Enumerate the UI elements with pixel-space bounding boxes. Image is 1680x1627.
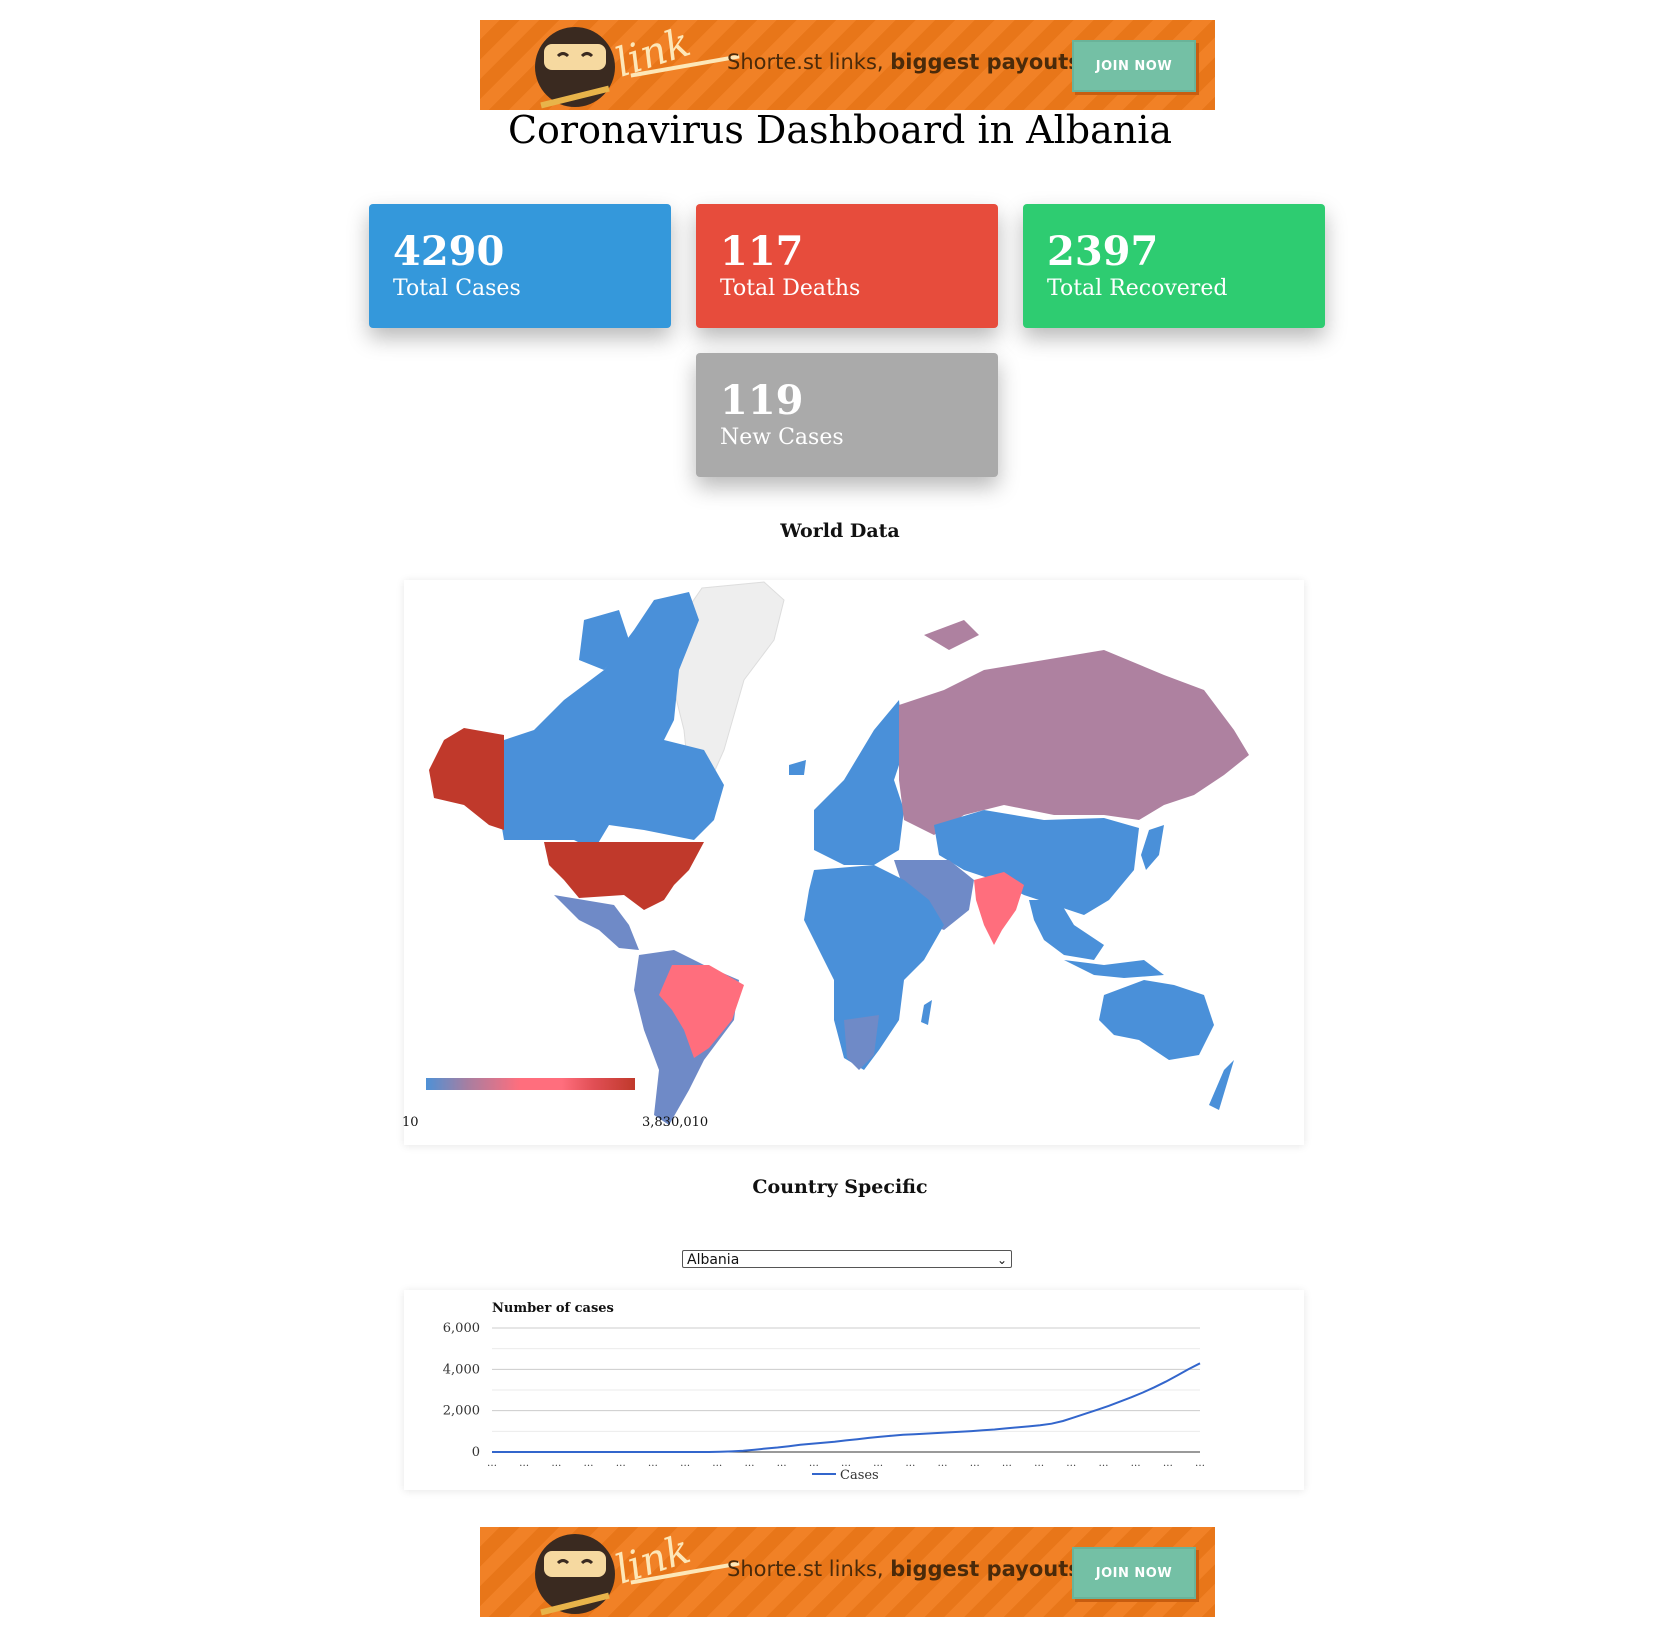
map-country-new-zealand[interactable] <box>1209 1060 1234 1110</box>
x-tick-label: … <box>938 1458 948 1469</box>
country-select[interactable]: Albania ⌄ <box>682 1250 1012 1268</box>
chart-y-ticks: 0 2,000 4,000 6,000 <box>443 1321 480 1460</box>
map-region-europe[interactable] <box>814 700 904 865</box>
chart-gridlines <box>492 1327 1200 1453</box>
chart-series <box>492 1362 1201 1453</box>
x-tick-label: … <box>1163 1458 1173 1469</box>
cases-chart-panel: Number of cases 0 2,000 4,000 6,000 … … … … … … …… <box>404 1290 1304 1490</box>
x-tick-label: … <box>680 1458 690 1469</box>
x-tick-label: … <box>744 1458 754 1469</box>
x-tick-label: … <box>1098 1458 1108 1469</box>
x-tick-label: … <box>809 1458 819 1469</box>
x-tick-label: … <box>1066 1458 1076 1469</box>
join-now-button[interactable]: JOIN NOW <box>1072 40 1196 92</box>
map-legend-gradient <box>426 1078 635 1090</box>
stat-card-total-recovered: 2397 Total Recovered <box>1023 204 1325 328</box>
map-country-japan[interactable] <box>1141 825 1164 870</box>
x-tick-label: … <box>712 1458 722 1469</box>
x-tick-label: … <box>551 1458 561 1469</box>
map-country-indonesia[interactable] <box>1064 960 1164 978</box>
map-country-alaska[interactable] <box>429 728 504 830</box>
chart-title: Number of cases <box>492 1301 614 1316</box>
world-data-title: World Data <box>780 520 900 542</box>
ad-tagline-plain: Shorte.st links, <box>727 50 891 74</box>
ad-tagline-bold: biggest payouts. <box>890 1557 1089 1581</box>
y-tick-label: 2,000 <box>443 1404 480 1419</box>
ninja-mascot-icon <box>530 1529 620 1617</box>
ninja-mascot-icon <box>530 22 620 110</box>
ad-tagline-plain: Shorte.st links, <box>727 1557 891 1581</box>
x-tick-label: … <box>616 1458 626 1469</box>
ad-banner-top[interactable]: link Shorte.st links, biggest payouts. J… <box>480 20 1215 110</box>
x-tick-label: … <box>487 1458 497 1469</box>
map-country-mexico[interactable] <box>554 895 639 950</box>
country-specific-title: Country Specific <box>752 1176 928 1198</box>
stat-label: Total Deaths <box>720 276 861 301</box>
x-tick-label: … <box>1002 1458 1012 1469</box>
stat-value: 119 <box>720 377 804 424</box>
stat-label: Total Recovered <box>1047 276 1228 301</box>
ad-tagline: Shorte.st links, biggest payouts. <box>727 50 1089 74</box>
ad-tagline: Shorte.st links, biggest payouts. <box>727 1557 1089 1581</box>
map-legend-max: 3,830,010 <box>642 1115 709 1130</box>
stat-label: Total Cases <box>393 276 521 301</box>
x-tick-label: … <box>1131 1458 1141 1469</box>
map-country-australia[interactable] <box>1099 980 1214 1060</box>
x-tick-label: … <box>1195 1458 1205 1469</box>
ad-tagline-bold: biggest payouts. <box>890 50 1089 74</box>
x-tick-label: … <box>519 1458 529 1469</box>
join-now-button[interactable]: JOIN NOW <box>1072 1547 1196 1599</box>
stat-card-total-deaths: 117 Total Deaths <box>696 204 998 328</box>
x-tick-label: … <box>777 1458 787 1469</box>
stat-card-new-cases: 119 New Cases <box>696 353 998 477</box>
y-tick-label: 6,000 <box>443 1321 480 1336</box>
chevron-down-icon: ⌄ <box>996 1253 1007 1267</box>
chart-legend: Cases <box>812 1468 879 1483</box>
x-tick-label: … <box>905 1458 915 1469</box>
x-tick-label: … <box>970 1458 980 1469</box>
map-country-russia[interactable] <box>899 650 1249 835</box>
y-tick-label: 0 <box>472 1445 480 1460</box>
series-line-cases <box>492 1362 1201 1453</box>
stat-value: 2397 <box>1047 228 1159 275</box>
country-select-value: Albania <box>687 1252 740 1268</box>
map-region-russian-islands[interactable] <box>924 620 979 650</box>
map-country-south-africa[interactable] <box>844 1015 879 1070</box>
x-tick-label: … <box>1034 1458 1044 1469</box>
ad-banner-bottom[interactable]: link Shorte.st links, biggest payouts. J… <box>480 1527 1215 1617</box>
map-country-madagascar[interactable] <box>921 1000 932 1025</box>
y-tick-label: 4,000 <box>443 1362 480 1377</box>
page-title: Coronavirus Dashboard in Albania <box>507 108 1173 152</box>
stat-label: New Cases <box>720 425 844 450</box>
stat-value: 117 <box>720 228 804 275</box>
legend-cases-label: Cases <box>840 1468 879 1483</box>
x-tick-label: … <box>584 1458 594 1469</box>
stat-value: 4290 <box>393 228 505 275</box>
map-country-india[interactable] <box>974 872 1024 945</box>
cases-line-chart: Number of cases 0 2,000 4,000 6,000 … … … … … … …… <box>443 1301 1205 1483</box>
map-legend-min: 10 <box>402 1115 419 1130</box>
stat-card-total-cases: 4290 Total Cases <box>369 204 671 328</box>
x-tick-label: … <box>648 1458 658 1469</box>
map-country-iceland[interactable] <box>789 760 806 775</box>
world-map-panel[interactable] <box>404 580 1304 1145</box>
world-map[interactable] <box>404 580 1304 1145</box>
